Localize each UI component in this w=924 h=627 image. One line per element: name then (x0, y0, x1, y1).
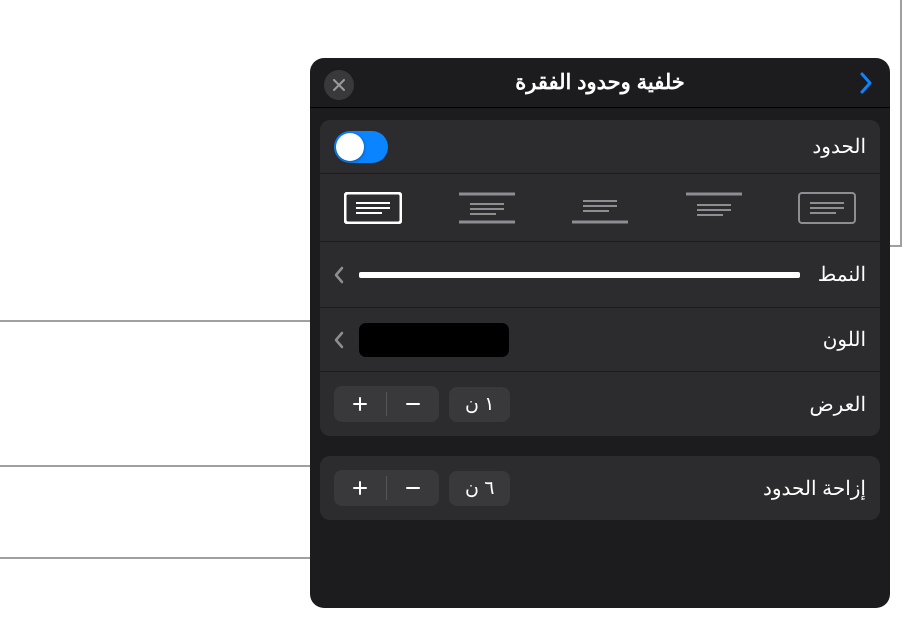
offset-section: إزاحة الحدود ٦ ن (320, 456, 880, 520)
offset-row: إزاحة الحدود ٦ ن (320, 456, 880, 520)
width-stepper (334, 386, 439, 422)
width-label: العرض (809, 392, 866, 417)
plus-icon (351, 395, 369, 413)
minus-icon (404, 395, 422, 413)
color-swatch (359, 323, 509, 357)
width-value: ١ ن (449, 387, 510, 422)
border-pos-box[interactable] (334, 188, 412, 228)
border-pos-full[interactable] (788, 188, 866, 228)
border-topbottom-icon (458, 192, 516, 224)
minus-icon (404, 479, 422, 497)
border-top-icon (685, 192, 743, 224)
width-row: العرض ١ ن (320, 372, 880, 436)
width-decrease-button[interactable] (387, 386, 439, 422)
offset-increase-button[interactable] (334, 470, 386, 506)
offset-stepper (334, 470, 439, 506)
plus-icon (351, 479, 369, 497)
borders-toggle-row: الحدود (320, 120, 880, 174)
callout-line-vertical-right (900, 0, 902, 245)
panel-title: خلفية وحدود الفقرة (515, 70, 685, 95)
chevron-right-icon (858, 72, 872, 94)
borders-section: الحدود (320, 120, 880, 436)
close-button[interactable] (324, 70, 354, 100)
color-label: اللون (823, 327, 866, 352)
chevron-left-icon (334, 331, 345, 349)
border-pos-bottom[interactable] (561, 188, 639, 228)
toggle-knob (336, 133, 364, 161)
width-increase-button[interactable] (334, 386, 386, 422)
chevron-left-icon (334, 266, 345, 284)
borders-label: الحدود (812, 134, 866, 159)
callout-line-width (0, 465, 340, 467)
border-pos-top-bottom[interactable] (448, 188, 526, 228)
offset-decrease-button[interactable] (387, 470, 439, 506)
callout-line-offset (0, 557, 340, 559)
paragraph-borders-panel: خلفية وحدود الفقرة الحدود (310, 58, 890, 608)
line-style-preview (359, 272, 800, 278)
offset-label: إزاحة الحدود (763, 476, 866, 501)
border-pos-top[interactable] (675, 188, 753, 228)
border-position-row (320, 174, 880, 242)
color-row[interactable]: اللون (320, 308, 880, 372)
callout-line-style (0, 320, 347, 322)
back-button[interactable] (850, 68, 880, 98)
border-full-icon (798, 192, 856, 224)
style-label: النمط (818, 262, 866, 287)
titlebar: خلفية وحدود الفقرة (310, 58, 890, 108)
border-bottom-icon (571, 192, 629, 224)
offset-value: ٦ ن (449, 471, 510, 506)
close-icon (333, 79, 345, 91)
style-row[interactable]: النمط (320, 242, 880, 308)
border-box-icon (344, 192, 402, 224)
borders-toggle[interactable] (334, 131, 388, 163)
